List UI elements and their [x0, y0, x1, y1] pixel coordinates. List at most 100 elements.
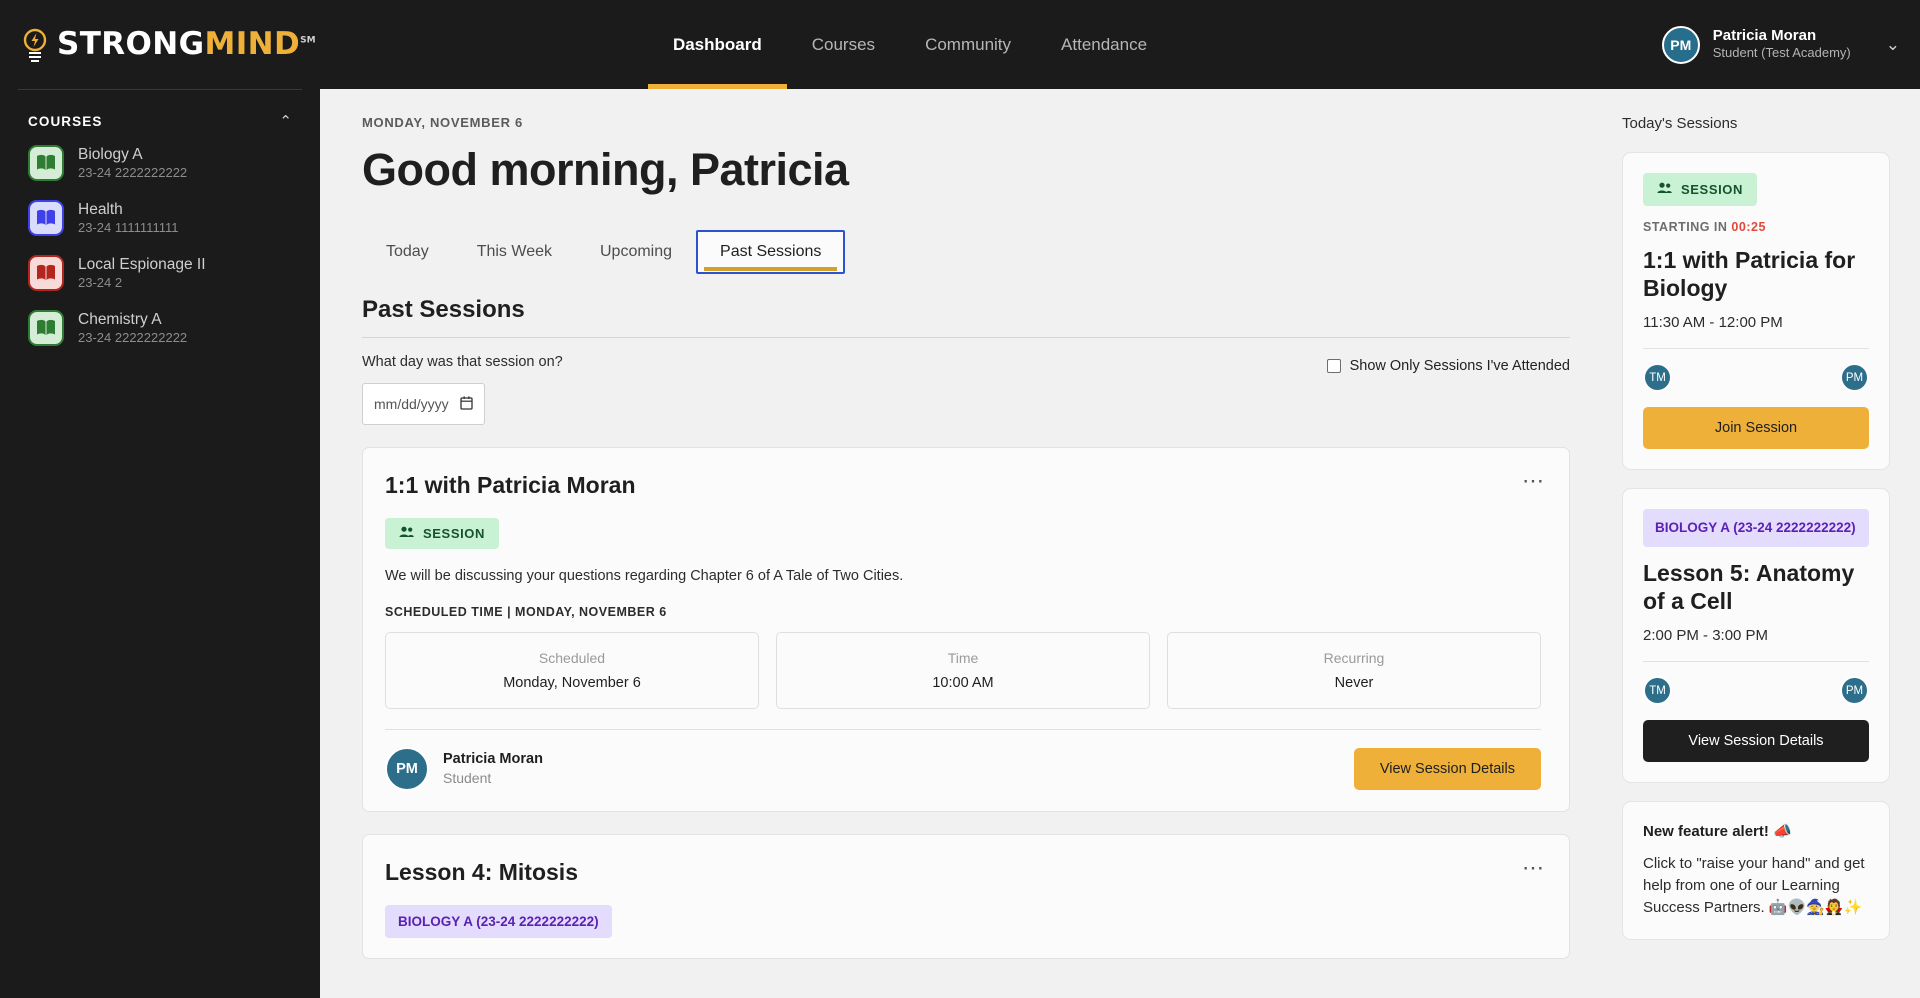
avatar: PM	[385, 747, 429, 791]
session-description: We will be discussing your questions reg…	[385, 568, 904, 584]
people-icon	[1657, 182, 1672, 197]
info-recurring: Recurring Never	[1167, 632, 1541, 709]
main-content: MONDAY, NOVEMBER 6 Good morning, Patrici…	[320, 89, 1600, 998]
tab-label: Upcoming	[599, 243, 673, 260]
rail-session-card[interactable]: SESSION STARTING IN 00:25 1:1 with Patri…	[1622, 152, 1890, 471]
view-session-details-button[interactable]: View Session Details	[1643, 720, 1869, 763]
brand-trademark: SM	[300, 35, 316, 46]
nav-label: Dashboard	[672, 34, 762, 54]
avatar: PM	[1840, 676, 1869, 706]
people-icon	[399, 526, 414, 541]
tab-this-week[interactable]: This Week	[453, 230, 576, 274]
rail-lesson-card[interactable]: BIOLOGY A (23-24 2222222222) Lesson 5: A…	[1622, 488, 1890, 784]
feature-alert-card[interactable]: New feature alert! 📣 Click to "raise you…	[1622, 801, 1890, 940]
user-identity: Patricia Moran Student (Test Academy)	[1713, 27, 1851, 63]
nav-item-community[interactable]: Community	[900, 0, 1036, 89]
tab-today[interactable]: Today	[362, 230, 453, 274]
course-badge: BIOLOGY A (23-24 2222222222)	[1643, 509, 1869, 548]
sidebar-item-local-espionage-ii[interactable]: Local Espionage II 23-24 2	[0, 246, 320, 301]
join-session-button[interactable]: Join Session	[1643, 407, 1869, 450]
status-badge-label: SESSION	[423, 526, 485, 541]
date-input[interactable]: mm/dd/yyyy	[362, 383, 485, 425]
session-card[interactable]: ⋯ Lesson 4: Mitosis BIOLOGY A (23-24 222…	[362, 834, 1570, 959]
course-code: 23-24 2	[78, 275, 123, 291]
rail-avatars: TM PM	[1643, 676, 1869, 706]
attended-filter[interactable]: Show Only Sessions I've Attended	[1326, 354, 1570, 374]
session-attendee: PM Patricia Moran Student	[385, 747, 543, 791]
current-date: MONDAY, NOVEMBER 6	[362, 115, 523, 130]
more-options-icon[interactable]: ⋯	[1522, 470, 1545, 492]
info-label: Time	[947, 650, 979, 666]
sidebar-item-chemistry-a[interactable]: Chemistry A 23-24 2222222222	[0, 301, 320, 356]
tab-label: This Week	[476, 243, 552, 260]
session-info-grid: Scheduled Monday, November 6 Time 10:00 …	[385, 632, 1541, 709]
chevron-up-icon[interactable]: ⌃	[279, 112, 292, 130]
session-card[interactable]: ⋯ 1:1 with Patricia Moran SESSION We wil…	[362, 447, 1570, 812]
countdown-prefix: STARTING IN	[1643, 220, 1728, 234]
date-filter-label: What day was that session on?	[362, 354, 563, 370]
more-options-icon[interactable]: ⋯	[1522, 857, 1545, 879]
chevron-down-icon[interactable]: ⌄	[1886, 35, 1900, 55]
top-navigation-bar: STRONGMINDSM Dashboard Courses Community…	[0, 0, 1920, 89]
sidebar: COURSES ⌃ Biology A 23-24 2222222222 Hea…	[0, 89, 320, 998]
info-value: Monday, November 6	[503, 675, 641, 691]
rail-title: Today's Sessions	[1622, 115, 1738, 132]
scheduled-time-heading: SCHEDULED TIME | MONDAY, NOVEMBER 6	[385, 605, 667, 619]
brand-name-part2: MIND	[204, 26, 301, 62]
tab-label: Today	[386, 243, 429, 260]
view-session-details-button[interactable]: View Session Details	[1353, 748, 1541, 790]
rail-divider	[1643, 661, 1869, 663]
book-icon	[28, 200, 64, 237]
course-name: Biology A	[78, 146, 143, 163]
avatar: TM	[1643, 363, 1672, 393]
session-title: Lesson 4: Mitosis	[385, 859, 578, 885]
rail-session-time: 11:30 AM - 12:00 PM	[1643, 314, 1783, 332]
course-badge: BIOLOGY A (23-24 2222222222)	[385, 905, 612, 938]
primary-nav: Dashboard Courses Community Attendance	[320, 0, 1500, 89]
brand-logo[interactable]: STRONGMINDSM	[0, 28, 320, 62]
sidebar-item-text: Local Espionage II 23-24 2	[78, 255, 206, 292]
calendar-icon[interactable]	[460, 395, 473, 413]
course-name: Health	[78, 200, 123, 218]
page-title: Good morning, Patricia	[362, 144, 849, 195]
session-tabs: Today This Week Upcoming Past Sessions	[362, 230, 1570, 274]
sidebar-item-text: Health 23-24 1111111111	[78, 200, 178, 237]
sidebar-courses-header[interactable]: COURSES ⌃	[0, 90, 320, 136]
attended-checkbox-label[interactable]: Show Only Sessions I've Attended	[1350, 358, 1570, 374]
avatar: TM	[1643, 676, 1672, 706]
section-divider	[362, 337, 1570, 338]
book-icon	[28, 145, 64, 182]
filters-row: What day was that session on? mm/dd/yyyy…	[362, 354, 1570, 425]
rail-divider	[1643, 348, 1869, 350]
countdown-row: STARTING IN 00:25	[1643, 220, 1869, 234]
attended-checkbox[interactable]	[1326, 359, 1341, 373]
feature-alert-body: Click to "raise your hand" and get help …	[1643, 855, 1865, 916]
sidebar-section-title: COURSES	[28, 113, 103, 129]
info-label: Recurring	[1323, 650, 1385, 666]
sidebar-item-biology-a[interactable]: Biology A 23-24 2222222222	[0, 136, 320, 191]
sidebar-item-health[interactable]: Health 23-24 1111111111	[0, 191, 320, 246]
info-scheduled: Scheduled Monday, November 6	[385, 632, 759, 709]
nav-item-dashboard[interactable]: Dashboard	[647, 0, 787, 89]
user-name: Patricia Moran	[1712, 26, 1817, 44]
lightbulb-icon	[22, 28, 48, 62]
attendee-text: Patricia Moran Student	[443, 750, 543, 788]
status-badge-label: SESSION	[1681, 182, 1743, 197]
tab-past-sessions[interactable]: Past Sessions	[696, 230, 846, 274]
user-menu[interactable]: PM Patricia Moran Student (Test Academy)…	[1500, 25, 1920, 64]
course-code: 23-24 1111111111	[78, 220, 179, 236]
rail-avatars: TM PM	[1643, 363, 1869, 393]
sidebar-item-text: Biology A 23-24 2222222222	[78, 145, 187, 182]
nav-label: Courses	[811, 34, 876, 54]
course-code: 23-24 2222222222	[78, 330, 188, 346]
course-name: Chemistry A	[78, 310, 162, 328]
session-card-footer: PM Patricia Moran Student View Session D…	[385, 729, 1541, 791]
attendee-role: Student	[443, 769, 492, 786]
info-time: Time 10:00 AM	[776, 632, 1150, 709]
nav-item-courses[interactable]: Courses	[787, 0, 900, 89]
avatar: PM	[1840, 363, 1869, 393]
page-body: COURSES ⌃ Biology A 23-24 2222222222 Hea…	[0, 89, 1920, 998]
session-title: 1:1 with Patricia Moran	[385, 472, 636, 498]
tab-upcoming[interactable]: Upcoming	[576, 230, 696, 274]
nav-item-attendance[interactable]: Attendance	[1036, 0, 1172, 89]
